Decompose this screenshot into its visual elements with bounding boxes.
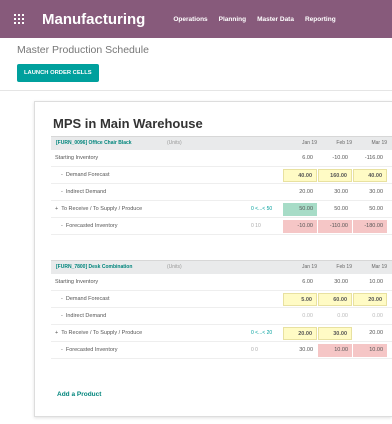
value-cell: 30.00 [369, 189, 383, 195]
editable-cell[interactable]: 20.00 [353, 293, 387, 306]
value-cell: -10.00 [283, 220, 317, 233]
value-cell: -10.00 [332, 155, 348, 161]
value-cell: 30.00 [334, 279, 348, 285]
safety-stock-rule[interactable]: 0 10 [251, 223, 261, 229]
divider [0, 90, 392, 91]
product-header: [FURN_0096] Office Chair Black (Units) Jan… [51, 136, 392, 150]
row-label: Starting Inventory [55, 155, 99, 161]
product-unit: (Units) [167, 264, 182, 270]
value-cell: 10.00 [369, 279, 383, 285]
row-label[interactable]: To Receive / To Supply / Produce [55, 206, 142, 212]
period-header: Jan 19 [301, 140, 317, 146]
period-header: Feb 19 [336, 140, 352, 146]
editable-cell[interactable]: 20.00 [283, 327, 317, 340]
value-cell: 10.00 [353, 344, 387, 357]
row-label[interactable]: Indirect Demand [61, 189, 106, 195]
mps-row: Starting Inventory 6.00 30.00 10.00 [51, 274, 392, 291]
period-header: Mar 19 [371, 264, 387, 270]
mps-row: Indirect Demand 0.00 0.00 0.00 [51, 308, 392, 325]
safety-stock-rule[interactable]: 0 <...< 50 [251, 206, 272, 212]
row-label[interactable]: Indirect Demand [61, 313, 106, 319]
mps-row: To Receive / To Supply / Produce 0 <...< … [51, 201, 392, 218]
add-product-link[interactable]: Add a Product [57, 391, 101, 398]
mps-row: Demand Forecast 40.00160.0040.00 [51, 167, 392, 184]
editable-cell[interactable]: 60.00 [318, 293, 352, 306]
mps-row: Forecasted Inventory 0 10 -10.00-110.00-18… [51, 218, 392, 235]
value-cell: 30.00 [334, 189, 348, 195]
value-cell: 6.00 [302, 155, 313, 161]
mps-row: To Receive / To Supply / Produce 0 <...< … [51, 325, 392, 342]
period-header: Jan 19 [301, 264, 317, 270]
editable-cell[interactable]: 5.00 [283, 293, 317, 306]
value-cell: 20.00 [369, 330, 383, 336]
mps-panel: MPS in Main Warehouse Add a Product [FUR… [34, 101, 392, 417]
value-cell: 10.00 [318, 344, 352, 357]
mps-row: Demand Forecast 5.0060.0020.00 [51, 291, 392, 308]
value-cell: 50.00 [369, 206, 383, 212]
value-cell: 50.00 [283, 203, 317, 216]
value-cell: 0.00 [337, 313, 348, 319]
value-cell: -116.00 [364, 155, 383, 161]
row-label[interactable]: To Receive / To Supply / Produce [55, 330, 142, 336]
value-cell: -110.00 [318, 220, 352, 233]
top-navbar: Manufacturing Operations Planning Master… [0, 0, 392, 38]
value-cell: 0.00 [372, 313, 383, 319]
period-header: Feb 19 [336, 264, 352, 270]
value-cell: 20.00 [299, 189, 313, 195]
app-title[interactable]: Manufacturing [42, 11, 145, 28]
period-header: Mar 19 [371, 140, 387, 146]
value-cell: -180.00 [353, 220, 387, 233]
editable-cell[interactable]: 160.00 [318, 169, 352, 182]
editable-cell[interactable]: 40.00 [283, 169, 317, 182]
mps-row: Forecasted Inventory 0 0 30.00 10.0010.00 [51, 342, 392, 359]
row-label[interactable]: Forecasted Inventory [61, 347, 118, 353]
editable-cell[interactable]: 30.00 [318, 327, 352, 340]
product-name-link[interactable]: [FURN_0096] Office Chair Black [56, 140, 132, 146]
menu-item-planning[interactable]: Planning [219, 16, 246, 23]
menu-item-master-data[interactable]: Master Data [257, 16, 294, 23]
mps-row: Starting Inventory 6.00 -10.00 -116.00 [51, 150, 392, 167]
value-cell: 30.00 [299, 347, 313, 353]
breadcrumb: Master Production Schedule [17, 44, 149, 56]
product-header: [FURN_7800] Desk Combination (Units) Jan 1… [51, 260, 392, 274]
top-menu: Operations Planning Master Data Reportin… [173, 16, 335, 23]
row-label[interactable]: Forecasted Inventory [61, 223, 118, 229]
row-label[interactable]: Demand Forecast [61, 296, 110, 302]
launch-order-cells-button[interactable]: LAUNCH ORDER CELLS [17, 64, 99, 82]
mps-row: Indirect Demand 20.00 30.00 30.00 [51, 184, 392, 201]
menu-item-reporting[interactable]: Reporting [305, 16, 336, 23]
editable-cell[interactable]: 40.00 [353, 169, 387, 182]
mps-title: MPS in Main Warehouse [53, 116, 203, 131]
safety-stock-rule[interactable]: 0 <...< 20 [251, 330, 272, 336]
row-label[interactable]: Demand Forecast [61, 172, 110, 178]
product-name-link[interactable]: [FURN_7800] Desk Combination [56, 264, 132, 270]
row-label: Starting Inventory [55, 279, 99, 285]
value-cell: 6.00 [302, 279, 313, 285]
product-unit: (Units) [167, 140, 182, 146]
menu-item-operations[interactable]: Operations [173, 16, 207, 23]
value-cell: 0.00 [302, 313, 313, 319]
value-cell: 50.00 [334, 206, 348, 212]
safety-stock-rule[interactable]: 0 0 [251, 347, 258, 353]
app-grid-icon[interactable] [14, 14, 24, 24]
